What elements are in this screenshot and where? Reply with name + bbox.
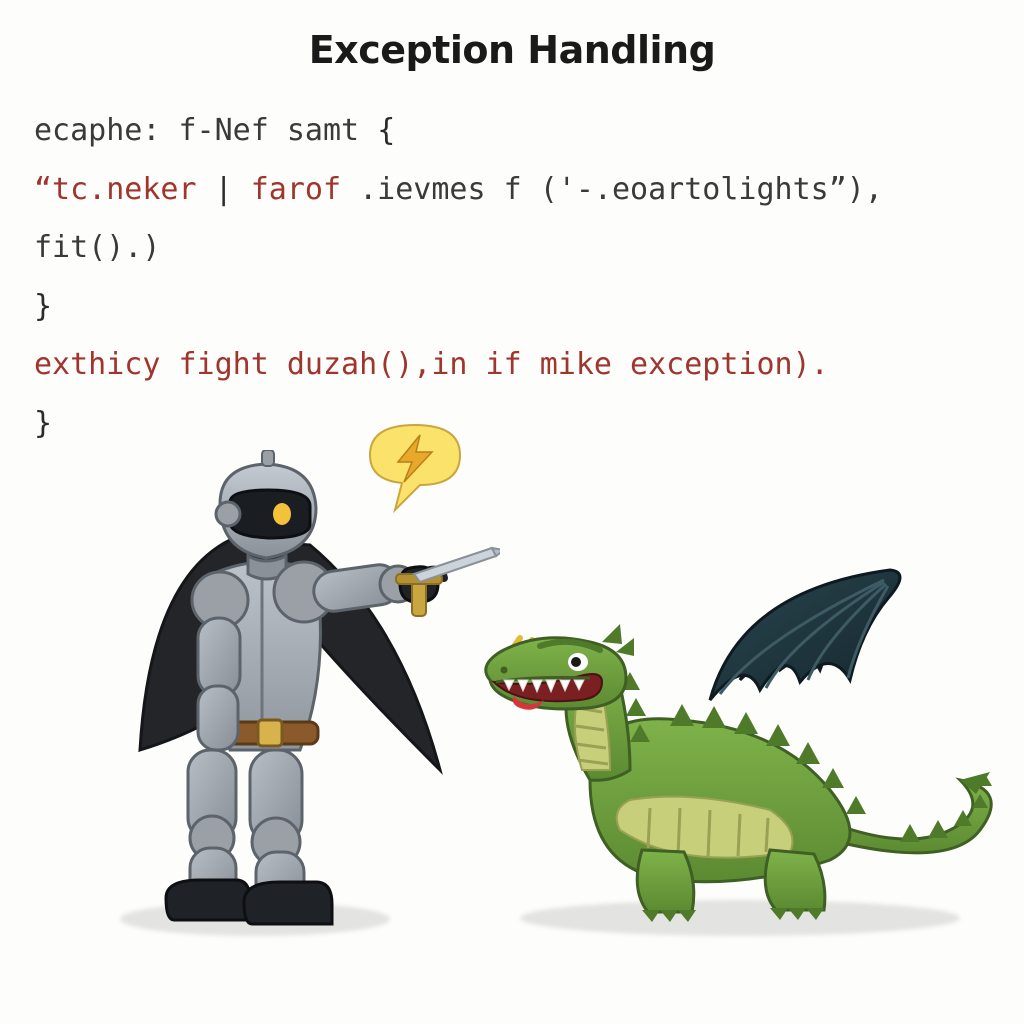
code-line-4: exthicy fight duzah(),in if mike excepti… <box>34 336 990 395</box>
illustration <box>0 420 1024 940</box>
code-line-3: } <box>34 278 990 337</box>
code-token: samt <box>287 113 359 148</box>
code-token: farof <box>251 172 341 207</box>
code-line-1: ecaphe: f-Nef samt { <box>34 102 990 161</box>
code-token: fit().) <box>34 230 160 265</box>
code-snippet: ecaphe: f-Nef samt { “tc.neker | farof .… <box>0 82 1024 453</box>
code-token: f-Nef <box>179 113 269 148</box>
code-token: f ('-.eoartolights”), <box>504 172 883 207</box>
code-token: if <box>486 347 522 382</box>
code-token: mike exception). <box>540 347 829 382</box>
code-token: { <box>377 113 395 148</box>
page-title: Exception Handling <box>0 0 1024 82</box>
dragon-icon <box>470 530 1010 950</box>
code-token: } <box>34 289 52 324</box>
knight-icon <box>80 450 500 930</box>
code-token: exthicy <box>34 347 160 382</box>
code-token: ecaphe: <box>34 113 160 148</box>
code-token: .ievmes <box>359 172 485 207</box>
code-line-2: “tc.neker | farof .ievmes f ('-.eoartoli… <box>34 161 990 278</box>
code-token: fight duzah(),in <box>179 347 468 382</box>
code-token: “tc.neker <box>34 172 197 207</box>
code-token: | <box>215 172 233 207</box>
